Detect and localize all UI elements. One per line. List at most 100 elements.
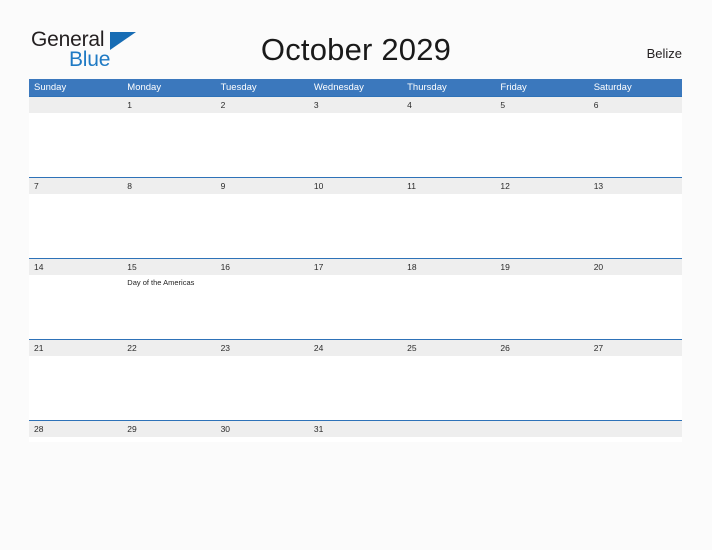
day-events: [29, 113, 122, 116]
event-label: Day of the Americas: [127, 278, 195, 287]
day-cell[interactable]: 25: [402, 340, 496, 420]
day-cell[interactable]: 15 Day of the Americas: [122, 259, 216, 339]
day-cell[interactable]: 1: [122, 97, 216, 177]
day-events: [402, 275, 495, 278]
day-number: 19: [495, 259, 589, 275]
calendar-week-row: 14 15 Day of the Americas 16 17 18 19 20: [29, 258, 682, 339]
day-events: [216, 194, 309, 197]
day-number: 17: [308, 259, 403, 275]
day-number: 12: [495, 178, 589, 194]
day-cell[interactable]: [402, 421, 496, 442]
day-events: [495, 194, 588, 197]
weekday-tuesday: Tuesday: [220, 82, 257, 93]
day-cell[interactable]: 4: [402, 97, 496, 177]
day-events: [589, 356, 682, 359]
day-cell[interactable]: [29, 97, 123, 177]
day-number: 14: [29, 259, 123, 275]
day-cell[interactable]: 27: [588, 340, 682, 420]
day-cell[interactable]: 3: [308, 97, 403, 177]
day-number: 25: [402, 340, 496, 356]
day-cell[interactable]: 23: [215, 340, 309, 420]
day-number: 22: [122, 340, 216, 356]
day-number: 4: [402, 97, 496, 113]
day-cell[interactable]: 18: [402, 259, 496, 339]
day-cell[interactable]: 12: [495, 178, 589, 258]
day-cell[interactable]: [495, 421, 589, 442]
day-number: 29: [122, 421, 216, 437]
day-cell[interactable]: 21: [29, 340, 123, 420]
calendar-grid: Sunday Monday Tuesday Wednesday Thursday…: [29, 79, 682, 442]
day-cell[interactable]: 7: [29, 178, 123, 258]
day-events: [122, 356, 215, 359]
day-cell[interactable]: 26: [495, 340, 589, 420]
day-cell[interactable]: 2: [215, 97, 309, 177]
day-cell[interactable]: 24: [308, 340, 403, 420]
day-number: [29, 97, 123, 113]
day-number: 10: [308, 178, 403, 194]
day-cell[interactable]: 11: [402, 178, 496, 258]
day-number: 21: [29, 340, 123, 356]
day-events: [216, 275, 309, 278]
day-events: [589, 275, 682, 278]
day-events: [29, 275, 122, 278]
day-events: [309, 113, 402, 116]
day-events: [309, 194, 402, 197]
day-cell[interactable]: 29: [122, 421, 216, 442]
day-cell[interactable]: 31: [308, 421, 403, 442]
day-events: [122, 113, 215, 116]
day-cell[interactable]: 17: [308, 259, 403, 339]
weekday-sunday: Sunday: [34, 82, 67, 93]
day-cell[interactable]: 10: [308, 178, 403, 258]
weekday-thursday: Thursday: [407, 82, 447, 93]
calendar-week-row: 1 2 3 4 5 6: [29, 96, 682, 177]
calendar-week-row: 21 22 23 24 25 26 27: [29, 339, 682, 420]
weekday-header-row: Sunday Monday Tuesday Wednesday Thursday…: [29, 79, 682, 96]
day-events: Day of the Americas: [122, 275, 215, 289]
day-events: [216, 113, 309, 116]
day-cell[interactable]: 16: [215, 259, 309, 339]
day-number: 23: [215, 340, 309, 356]
day-events: [29, 194, 122, 197]
day-number: 26: [495, 340, 589, 356]
day-cell[interactable]: 30: [215, 421, 309, 442]
day-number: 5: [495, 97, 589, 113]
day-number: 20: [588, 259, 682, 275]
day-number: 8: [122, 178, 216, 194]
day-cell[interactable]: 19: [495, 259, 589, 339]
day-cell[interactable]: 20: [588, 259, 682, 339]
day-number: 28: [29, 421, 123, 437]
day-cell[interactable]: 5: [495, 97, 589, 177]
day-number: 6: [588, 97, 682, 113]
day-events: [402, 356, 495, 359]
day-cell[interactable]: 8: [122, 178, 216, 258]
day-number: 9: [215, 178, 309, 194]
day-number: [588, 421, 682, 437]
day-cell[interactable]: 22: [122, 340, 216, 420]
day-number: 3: [308, 97, 403, 113]
day-number: 13: [588, 178, 682, 194]
day-number: 15: [122, 259, 216, 275]
day-cell[interactable]: 28: [29, 421, 123, 442]
day-number: 24: [308, 340, 403, 356]
day-events: [216, 356, 309, 359]
day-cell[interactable]: 9: [215, 178, 309, 258]
day-cell[interactable]: 13: [588, 178, 682, 258]
day-events: [309, 356, 402, 359]
day-cell[interactable]: 14: [29, 259, 123, 339]
calendar-page: General Blue October 2029 Belize Sunday …: [0, 0, 712, 550]
day-number: 31: [308, 421, 403, 437]
day-events: [589, 194, 682, 197]
day-number: 18: [402, 259, 496, 275]
country-label: Belize: [646, 46, 682, 61]
page-title: October 2029: [260, 32, 452, 67]
calendar-week-row: 7 8 9 10 11 12 13: [29, 177, 682, 258]
day-cell[interactable]: 6: [588, 97, 682, 177]
day-events: [309, 275, 402, 278]
calendar-week-row: 28 29 30 31: [29, 420, 682, 442]
weekday-friday: Friday: [500, 82, 527, 93]
day-number: 2: [215, 97, 309, 113]
day-cell[interactable]: [588, 421, 682, 442]
day-number: [495, 421, 589, 437]
day-events: [495, 275, 588, 278]
day-number: [402, 421, 496, 437]
